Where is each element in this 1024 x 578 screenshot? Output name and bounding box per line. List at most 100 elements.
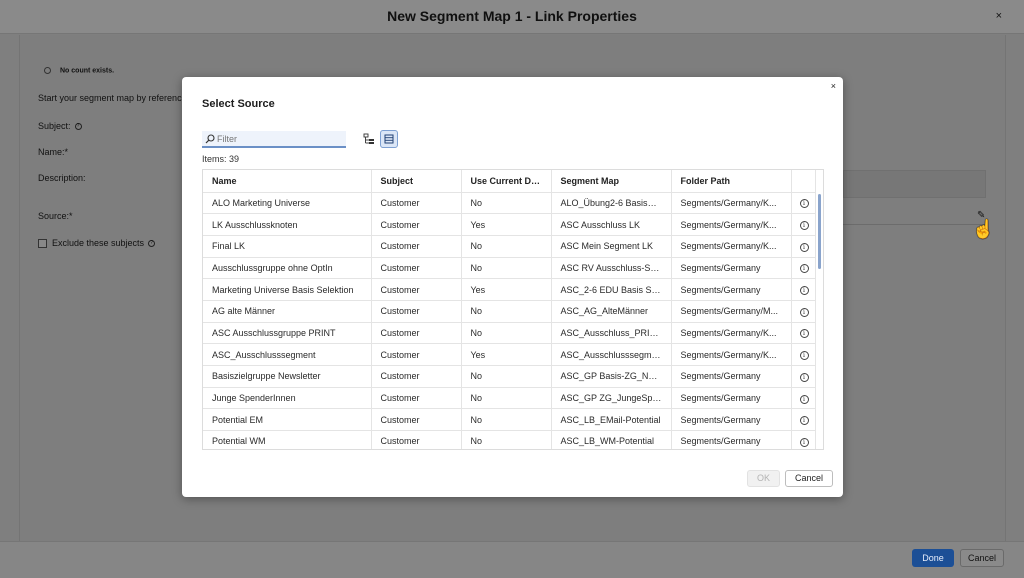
cell-use-current: No [461, 408, 552, 432]
info-icon[interactable]: i [799, 351, 809, 361]
name-label: Name:* [38, 147, 69, 157]
table-row[interactable]: ALO Marketing Universe Customer No ALO_Übun… [203, 192, 818, 215]
cell-name: ASC_Ausschlusssegment [203, 343, 372, 366]
source-label: Source:* [38, 211, 73, 221]
description-field[interactable] [843, 170, 986, 198]
info-icon[interactable]: i [799, 372, 809, 382]
cell-use-current: No [461, 192, 552, 215]
column-header-name[interactable]: Name [203, 170, 372, 193]
cell-subject: Customer [371, 387, 462, 410]
tree-view-button[interactable] [360, 130, 378, 148]
filter-box[interactable] [202, 131, 346, 148]
info-icon[interactable]: i [799, 437, 809, 447]
list-view-icon [384, 134, 394, 144]
ok-button[interactable]: OK [747, 470, 780, 487]
cell-segment-map: ASC RV Ausschluss-Se... [551, 257, 672, 280]
dialog-close-icon[interactable]: × [831, 81, 836, 91]
cell-name: Potential WM [203, 430, 372, 449]
cell-use-current: No [461, 235, 552, 258]
window-title: New Segment Map 1 - Link Properties [387, 8, 637, 24]
column-header-subject[interactable]: Subject [371, 170, 462, 193]
cell-info: i [791, 300, 818, 323]
info-icon[interactable]: i [799, 199, 809, 209]
cell-name: Potential EM [203, 408, 372, 432]
cell-segment-map: ASC_Ausschluss_PRINT [551, 322, 672, 345]
cell-use-current: No [461, 300, 552, 323]
table-row[interactable]: ASC_Ausschlusssegment Customer Yes ASC_Auss… [203, 343, 818, 366]
help-icon[interactable]: ? [74, 123, 82, 131]
column-header-segment-map[interactable]: Segment Map [551, 170, 672, 193]
list-view-button[interactable] [380, 130, 398, 148]
exclude-checkbox[interactable] [38, 239, 47, 248]
info-icon[interactable]: i [799, 286, 809, 296]
table-row[interactable]: Ausschlussgruppe ohne OptIn Customer No ASC… [203, 257, 818, 280]
info-icon[interactable]: i [799, 242, 809, 252]
info-icon[interactable]: i [799, 329, 809, 339]
cell-folder: Segments/Germany [671, 278, 792, 301]
column-header-folder-path[interactable]: Folder Path [671, 170, 792, 193]
filter-input[interactable] [217, 132, 342, 146]
done-button[interactable]: Done [912, 549, 954, 567]
items-count: Items: 39 [202, 154, 240, 164]
cell-name: ALO Marketing Universe [203, 192, 372, 215]
cell-segment-map: ASC_2-6 EDU Basis Sel... [551, 278, 672, 301]
cell-subject: Customer [371, 213, 462, 236]
scrollbar-thumb[interactable] [818, 194, 821, 269]
exclude-label: Exclude these subjects? [52, 238, 156, 248]
count-icon [44, 67, 51, 74]
cell-subject: Customer [371, 192, 462, 215]
cell-info: i [791, 322, 818, 345]
cell-use-current: No [461, 257, 552, 280]
info-icon[interactable]: i [799, 264, 809, 274]
cell-segment-map: ASC_AG_AlteMänner [551, 300, 672, 323]
column-header-info [791, 170, 818, 193]
source-field-underline[interactable] [843, 224, 986, 225]
table-row[interactable]: Potential WM Customer No ASC_LB_WM-Potentia… [203, 430, 818, 449]
window-close-icon[interactable]: × [996, 10, 1002, 22]
table-row[interactable]: Marketing Universe Basis Selektion Custom… [203, 278, 818, 301]
table-row[interactable]: Junge SpenderInnen Customer No ASC_GP ZG_Ju… [203, 387, 818, 410]
table-scrollbar[interactable] [815, 170, 823, 449]
cell-name: ASC Ausschlussgruppe PRINT [203, 322, 372, 345]
source-table: Name Subject Use Current Data Segment Ma… [202, 169, 824, 450]
cell-segment-map: ASC Ausschluss LK [551, 213, 672, 236]
cell-subject: Customer [371, 343, 462, 366]
no-count-row: No count exists. [44, 67, 114, 74]
info-icon[interactable]: i [799, 221, 809, 231]
info-icon[interactable]: i [799, 307, 809, 317]
cell-name: LK Ausschlussknoten [203, 213, 372, 236]
cell-folder: Segments/Germany/K... [671, 343, 792, 366]
search-icon [205, 134, 215, 144]
table-row[interactable]: LK Ausschlussknoten Customer Yes ASC Aussch… [203, 213, 818, 236]
description-label: Description: [38, 173, 86, 183]
cell-subject: Customer [371, 322, 462, 345]
table-row[interactable]: Potential EM Customer No ASC_LB_EMail-Poten… [203, 408, 818, 432]
tree-view-icon [363, 133, 374, 144]
window-titlebar: New Segment Map 1 - Link Properties × [0, 0, 1024, 34]
table-row[interactable]: ASC Ausschlussgruppe PRINT Customer No ASC_… [203, 322, 818, 345]
help-icon[interactable]: ? [148, 240, 156, 248]
cell-segment-map: ASC_LB_WM-Potential [551, 430, 672, 449]
cell-use-current: No [461, 365, 552, 388]
cell-folder: Segments/Germany/K... [671, 235, 792, 258]
cell-name: Basiszielgruppe Newsletter [203, 365, 372, 388]
table-row[interactable]: Final LK Customer No ASC Mein Segment LK Seg… [203, 235, 818, 258]
table-row[interactable]: AG alte Männer Customer No ASC_AG_AlteMänne… [203, 300, 818, 323]
info-icon[interactable]: i [799, 416, 809, 426]
subject-label: Subject:? [38, 121, 82, 131]
table-row[interactable]: Basiszielgruppe Newsletter Customer No ASC_… [203, 365, 818, 388]
table-header-row: Name Subject Use Current Data Segment Ma… [203, 170, 818, 193]
hand-cursor-icon: ☝ [972, 219, 995, 239]
cell-segment-map: ASC_GP Basis-ZG_New... [551, 365, 672, 388]
column-header-use-current-data[interactable]: Use Current Data [461, 170, 552, 193]
info-icon[interactable]: i [799, 394, 809, 404]
cell-segment-map: ASC_LB_EMail-Potential [551, 408, 672, 432]
cell-name: AG alte Männer [203, 300, 372, 323]
dialog-cancel-button[interactable]: Cancel [785, 470, 833, 487]
cell-info: i [791, 365, 818, 388]
cell-folder: Segments/Germany/K... [671, 192, 792, 215]
cell-subject: Customer [371, 300, 462, 323]
cell-segment-map: ASC_GP ZG_JungeSpe... [551, 387, 672, 410]
window-cancel-button[interactable]: Cancel [960, 549, 1004, 567]
cell-info: i [791, 257, 818, 280]
